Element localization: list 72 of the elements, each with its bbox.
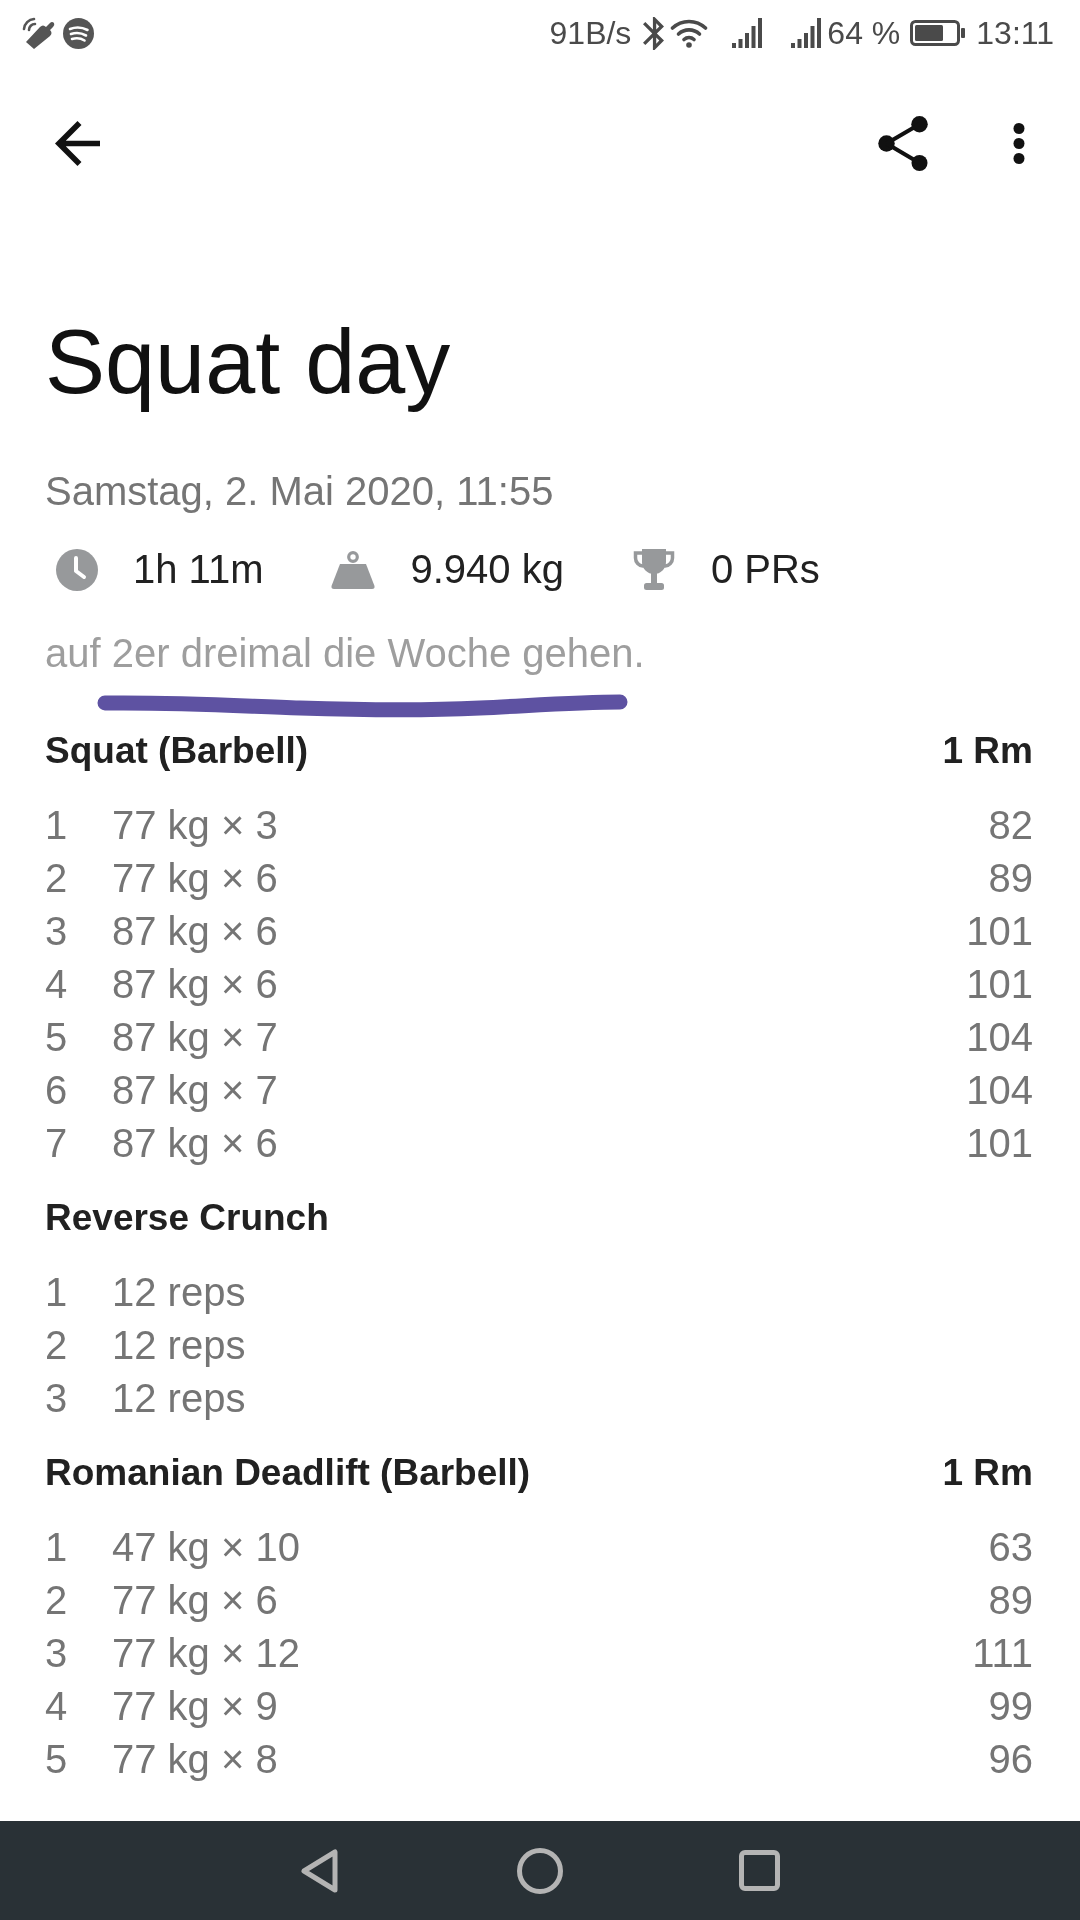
share-icon[interactable] (878, 115, 928, 171)
workout-title: Squat day (45, 312, 451, 412)
set-detail: 87 kg × 7 (112, 1014, 278, 1061)
stat-value: 9.940 kg (410, 546, 564, 593)
one-rm-value: 89 (988, 1577, 1033, 1624)
one-rm-value: 104 (966, 1014, 1033, 1061)
trophy-icon (631, 547, 676, 592)
set-detail: 87 kg × 6 (112, 1120, 278, 1167)
one-rm-value: 89 (988, 855, 1033, 902)
set-number: 2 (45, 855, 68, 902)
set-detail: 77 kg × 12 (112, 1630, 300, 1677)
wifi-icon (670, 18, 709, 48)
set-detail: 12 reps (112, 1375, 246, 1422)
striped-circle-icon (63, 17, 94, 49)
one-rm-value: 111 (972, 1630, 1033, 1677)
nav-recents-icon[interactable] (739, 1850, 780, 1891)
set-number: 5 (45, 1736, 68, 1783)
one-rm-value: 104 (966, 1067, 1033, 1114)
column-header: 1 Rm (942, 1451, 1033, 1495)
stat-value: 1h 11m (133, 546, 264, 593)
exercise-name: Reverse Crunch (45, 1196, 329, 1240)
set-detail: 87 kg × 7 (112, 1067, 278, 1114)
set-number: 1 (45, 802, 68, 849)
nav-home-icon[interactable] (517, 1847, 563, 1894)
set-number: 4 (45, 961, 68, 1008)
set-number: 6 (45, 1067, 68, 1114)
one-rm-value: 99 (988, 1683, 1033, 1730)
set-number: 1 (45, 1524, 68, 1571)
set-number: 4 (45, 1683, 68, 1730)
battery-percentage: 64 % (827, 15, 901, 51)
set-detail: 77 kg × 8 (112, 1736, 278, 1783)
set-number: 2 (45, 1577, 68, 1624)
hand-waves-icon (21, 16, 55, 50)
set-number: 3 (45, 908, 68, 955)
set-number: 3 (45, 1375, 68, 1422)
bluetooth-icon (643, 16, 665, 50)
stat-value: 0 PRs (710, 546, 820, 593)
set-detail: 87 kg × 6 (112, 908, 278, 955)
clock-icon (56, 548, 98, 591)
set-detail: 77 kg × 6 (112, 855, 278, 902)
one-rm-value: 82 (988, 802, 1033, 849)
set-detail: 77 kg × 6 (112, 1577, 278, 1624)
set-detail: 87 kg × 6 (112, 961, 278, 1008)
network-speed: 91B/s (549, 15, 632, 51)
one-rm-value: 101 (966, 961, 1033, 1008)
set-number: 2 (45, 1322, 68, 1369)
nav-back-icon[interactable] (300, 1847, 339, 1894)
battery-icon (910, 20, 966, 46)
one-rm-value: 63 (988, 1524, 1033, 1571)
set-number: 1 (45, 1269, 68, 1316)
more-options-icon[interactable] (1012, 121, 1026, 165)
one-rm-value: 101 (966, 908, 1033, 955)
exercise-name: Romanian Deadlift (Barbell) (45, 1451, 531, 1495)
set-detail: 12 reps (112, 1322, 246, 1369)
set-number: 3 (45, 1630, 68, 1677)
workout-date: Samstag, 2. Mai 2020, 11:55 (45, 468, 554, 515)
one-rm-value: 101 (966, 1120, 1033, 1167)
clock-time: 13:11 (976, 15, 1054, 51)
one-rm-value: 96 (988, 1736, 1033, 1783)
back-icon[interactable] (55, 120, 100, 166)
exercise-name: Squat (Barbell) (45, 729, 309, 773)
set-detail: 77 kg × 9 (112, 1683, 278, 1730)
signal-icon (791, 18, 822, 48)
set-number: 5 (45, 1014, 68, 1061)
workout-note: auf 2er dreimal die Woche gehen. (45, 630, 645, 677)
set-detail: 47 kg × 10 (112, 1524, 300, 1571)
set-detail: 12 reps (112, 1269, 246, 1316)
set-number: 7 (45, 1120, 68, 1167)
signal-icon (732, 18, 763, 48)
weight-icon (331, 550, 376, 589)
set-detail: 77 kg × 3 (112, 802, 278, 849)
column-header: 1 Rm (942, 729, 1033, 773)
